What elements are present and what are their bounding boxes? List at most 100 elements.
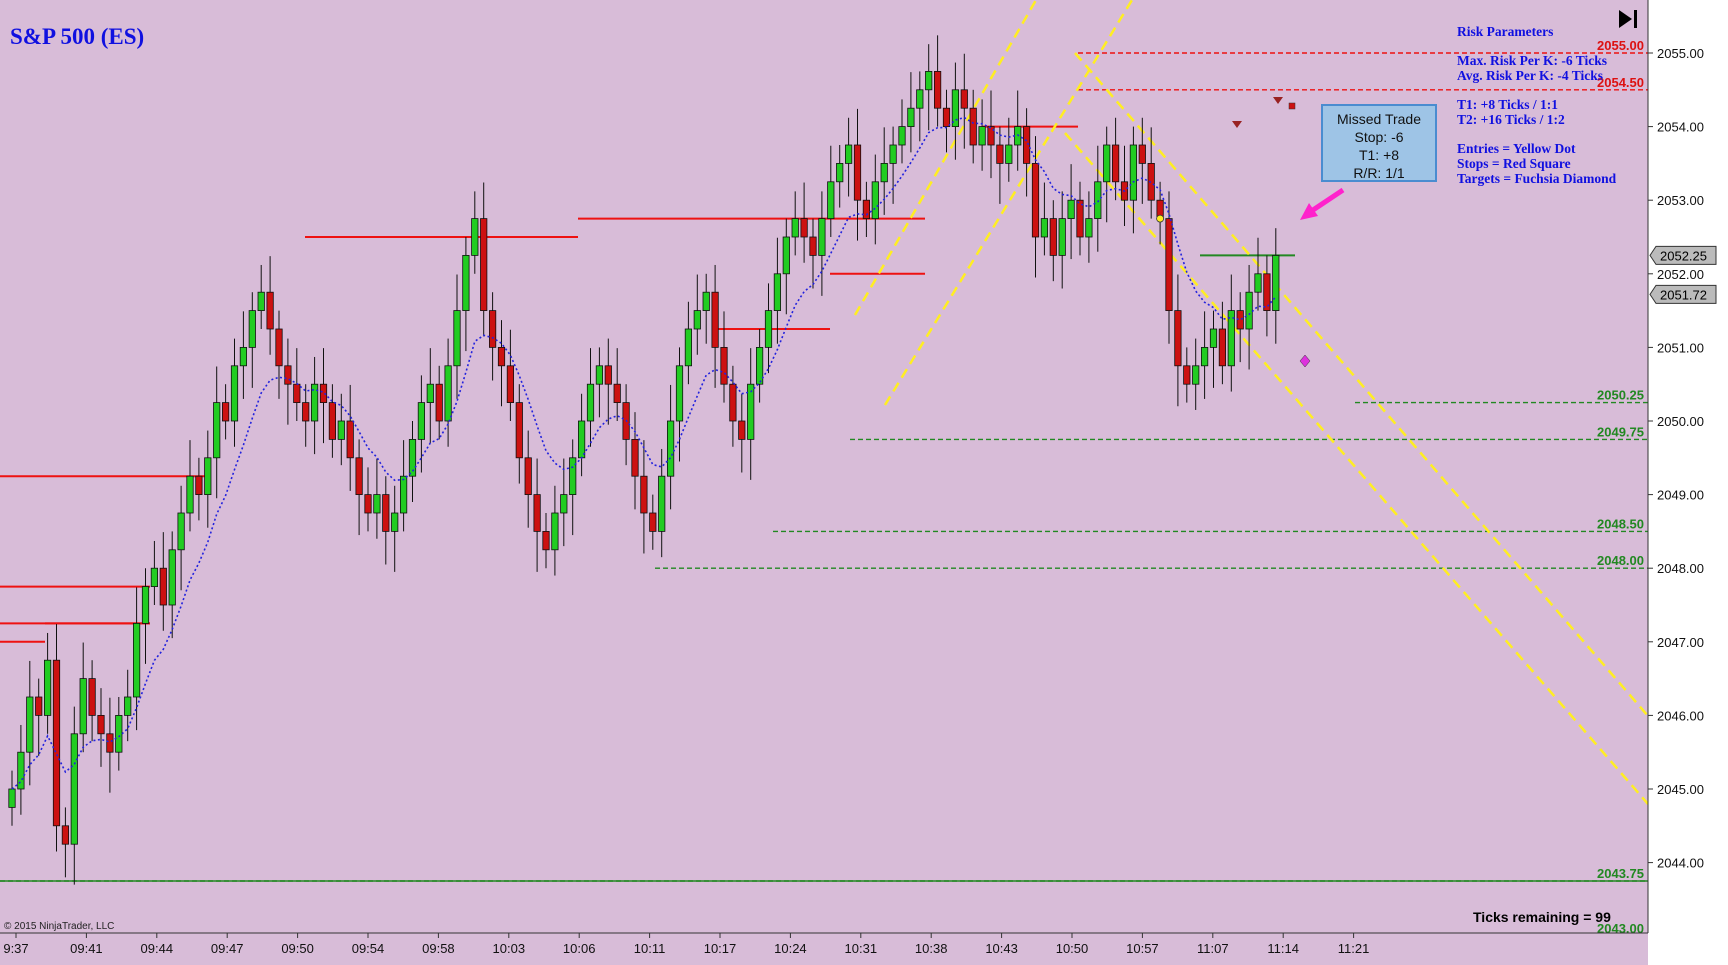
candle-body <box>106 733 114 753</box>
candle-body <box>257 291 265 312</box>
candle-body <box>230 365 239 422</box>
price-tick-label: 2055.00 <box>1657 46 1704 61</box>
candle-body <box>132 623 141 698</box>
price-axis-bg <box>1648 0 1728 965</box>
trade-signal-marker <box>1273 97 1283 104</box>
time-tick-label: 11:07 <box>1197 941 1229 956</box>
price-tick-label: 2048.00 <box>1657 561 1704 576</box>
missed-trade-stop: Stop: -6 <box>1354 129 1404 145</box>
skip-to-end-icon[interactable] <box>1616 8 1640 30</box>
time-tick-label: 10:03 <box>493 941 526 956</box>
chart-title: S&P 500 (ES) <box>10 24 145 49</box>
candle-body <box>391 512 399 532</box>
stops-text: Stops = Red Square <box>1457 156 1571 171</box>
trade-signal-marker <box>1232 121 1242 128</box>
candle-body <box>435 383 443 422</box>
candle-body <box>853 144 862 201</box>
candle-body <box>871 181 879 220</box>
candle-body <box>978 126 986 146</box>
candle-body <box>800 218 808 238</box>
candle-body <box>845 144 853 164</box>
candle-body <box>417 402 426 440</box>
candle-body <box>934 71 942 109</box>
candle-body <box>462 254 470 311</box>
risk-parameters-panel: Risk Parameters Max. Risk Per K: -6 Tick… <box>1457 24 1616 186</box>
candle-body <box>213 402 221 459</box>
candles-layer <box>8 35 1280 885</box>
candle-body <box>1049 218 1057 256</box>
candle-body <box>177 512 185 551</box>
candle-body <box>756 346 764 385</box>
candle-body <box>159 567 167 606</box>
price-tick-label: 2054.00 <box>1657 120 1704 135</box>
candle-body <box>996 144 1004 164</box>
candle-body <box>1209 328 1218 348</box>
candle-body <box>524 457 532 495</box>
candle-body <box>186 475 194 514</box>
price-marker-label: 2051.72 <box>1660 287 1707 302</box>
candle-body <box>631 438 639 477</box>
candle-body <box>168 549 176 606</box>
candle-body <box>1085 218 1093 238</box>
max-risk-text: Max. Risk Per K: -6 Ticks <box>1457 53 1608 68</box>
price-tick-label: 2052.00 <box>1657 267 1704 282</box>
candle-body <box>373 494 381 514</box>
arrow-icon <box>1308 187 1345 215</box>
price-axis: 2055.00 2054.00 2053.00 2052.00 2051.00 2050.… <box>1597 0 1728 965</box>
candle-body <box>1218 328 1226 367</box>
candle-body <box>791 218 799 238</box>
candle-body <box>302 402 310 422</box>
price-tick-label: 2046.00 <box>1657 708 1704 723</box>
candle-body <box>658 475 666 532</box>
candle-body <box>61 825 70 845</box>
candle-body <box>827 181 835 220</box>
t2-text: T2: +16 Ticks / 1:2 <box>1457 112 1565 127</box>
time-tick-label: 10:17 <box>704 941 737 956</box>
candle-body <box>275 328 283 367</box>
candle-body <box>702 291 710 312</box>
candle-body <box>560 494 568 514</box>
candle-body <box>729 383 737 422</box>
candle-body <box>248 310 256 348</box>
candle-body <box>667 420 675 477</box>
entries-text: Entries = Yellow Dot <box>1457 141 1576 156</box>
candle-body <box>1112 144 1120 183</box>
level-label: 2048.00 <box>1597 553 1644 568</box>
time-tick-label: 10:31 <box>845 941 878 956</box>
candle-body <box>1183 365 1191 385</box>
level-label: 2049.75 <box>1597 424 1644 439</box>
target-diamond <box>1299 354 1311 368</box>
level-label: 2043.75 <box>1597 866 1644 881</box>
candle-body <box>720 346 728 385</box>
level-label: 2050.25 <box>1597 388 1644 403</box>
candle-body <box>1005 144 1013 164</box>
candle-body <box>907 107 915 127</box>
candle-body <box>515 402 523 459</box>
candle-body <box>266 291 274 330</box>
candle-body <box>693 310 701 330</box>
time-tick-label: 11:14 <box>1267 941 1299 956</box>
time-tick-label: 09:50 <box>281 941 314 956</box>
time-tick-label: 09:58 <box>422 941 455 956</box>
candle-body <box>141 586 150 624</box>
candle-body <box>551 512 559 551</box>
candle-body <box>969 107 977 146</box>
candle-body <box>889 144 897 164</box>
candle-body <box>1023 126 1031 164</box>
candle-body <box>8 788 16 808</box>
candle-body <box>604 365 612 385</box>
candle-body <box>319 383 328 404</box>
candle-body <box>649 512 657 532</box>
missed-trade-title: Missed Trade <box>1336 111 1422 127</box>
missed-trade-rr: R/R: 1/1 <box>1353 165 1405 181</box>
candle-body <box>836 162 844 183</box>
candle-body <box>52 659 61 827</box>
candle-body <box>399 475 408 514</box>
price-marker-label: 2052.25 <box>1660 248 1707 263</box>
candle-body <box>453 310 461 367</box>
candle-body <box>444 365 452 422</box>
time-tick-label: 9:37 <box>3 941 28 956</box>
price-tick-label: 2047.00 <box>1657 635 1704 650</box>
candle-body <box>346 420 354 459</box>
candle-body <box>97 715 105 735</box>
